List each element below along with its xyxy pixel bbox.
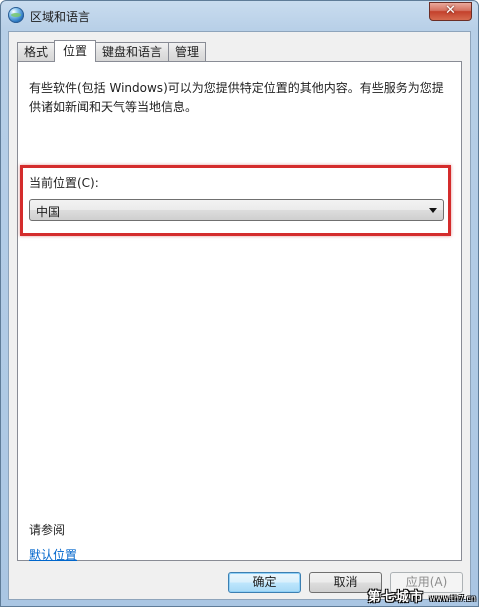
close-icon: ✕ bbox=[445, 3, 456, 18]
tab-strip: 格式 位置 键盘和语言 管理 bbox=[17, 40, 207, 62]
location-tab-page: 有些软件(包括 Windows)可以为您提供特定位置的其他内容。有些服务为您提供… bbox=[17, 61, 462, 563]
client-area: 格式 位置 键盘和语言 管理 有些软件(包括 Windows)可以为您提供特定位… bbox=[8, 31, 471, 600]
tab-administrative[interactable]: 管理 bbox=[168, 42, 207, 61]
default-location-link[interactable]: 默认位置 bbox=[29, 546, 77, 563]
current-location-value: 中国 bbox=[36, 205, 61, 219]
tab-location[interactable]: 位置 bbox=[54, 40, 97, 62]
tab-formats[interactable]: 格式 bbox=[17, 42, 55, 61]
title-bar[interactable]: 区域和语言 ✕ bbox=[1, 1, 478, 31]
globe-icon bbox=[8, 7, 24, 23]
watermark-url: www.th7.cn bbox=[429, 594, 476, 603]
tab-keyboards-and-languages[interactable]: 键盘和语言 bbox=[96, 42, 169, 61]
location-description: 有些软件(包括 Windows)可以为您提供特定位置的其他内容。有些服务为您提供… bbox=[29, 81, 444, 114]
site-watermark: 第七城市 www.th7.cn bbox=[368, 586, 476, 605]
current-location-dropdown[interactable]: 中国 bbox=[29, 199, 444, 221]
see-also-label: 请参阅 bbox=[29, 523, 66, 537]
window-title: 区域和语言 bbox=[30, 10, 91, 24]
dialog-window: 区域和语言 ✕ 格式 位置 键盘和语言 管理 有些软件(包括 Windows)可… bbox=[0, 0, 479, 607]
close-button[interactable]: ✕ bbox=[429, 2, 472, 21]
ok-button[interactable]: 确定 bbox=[228, 572, 301, 593]
chevron-down-icon bbox=[429, 208, 437, 213]
watermark-text: 第七城市 bbox=[367, 590, 424, 605]
current-location-label: 当前位置(C): bbox=[29, 176, 99, 190]
